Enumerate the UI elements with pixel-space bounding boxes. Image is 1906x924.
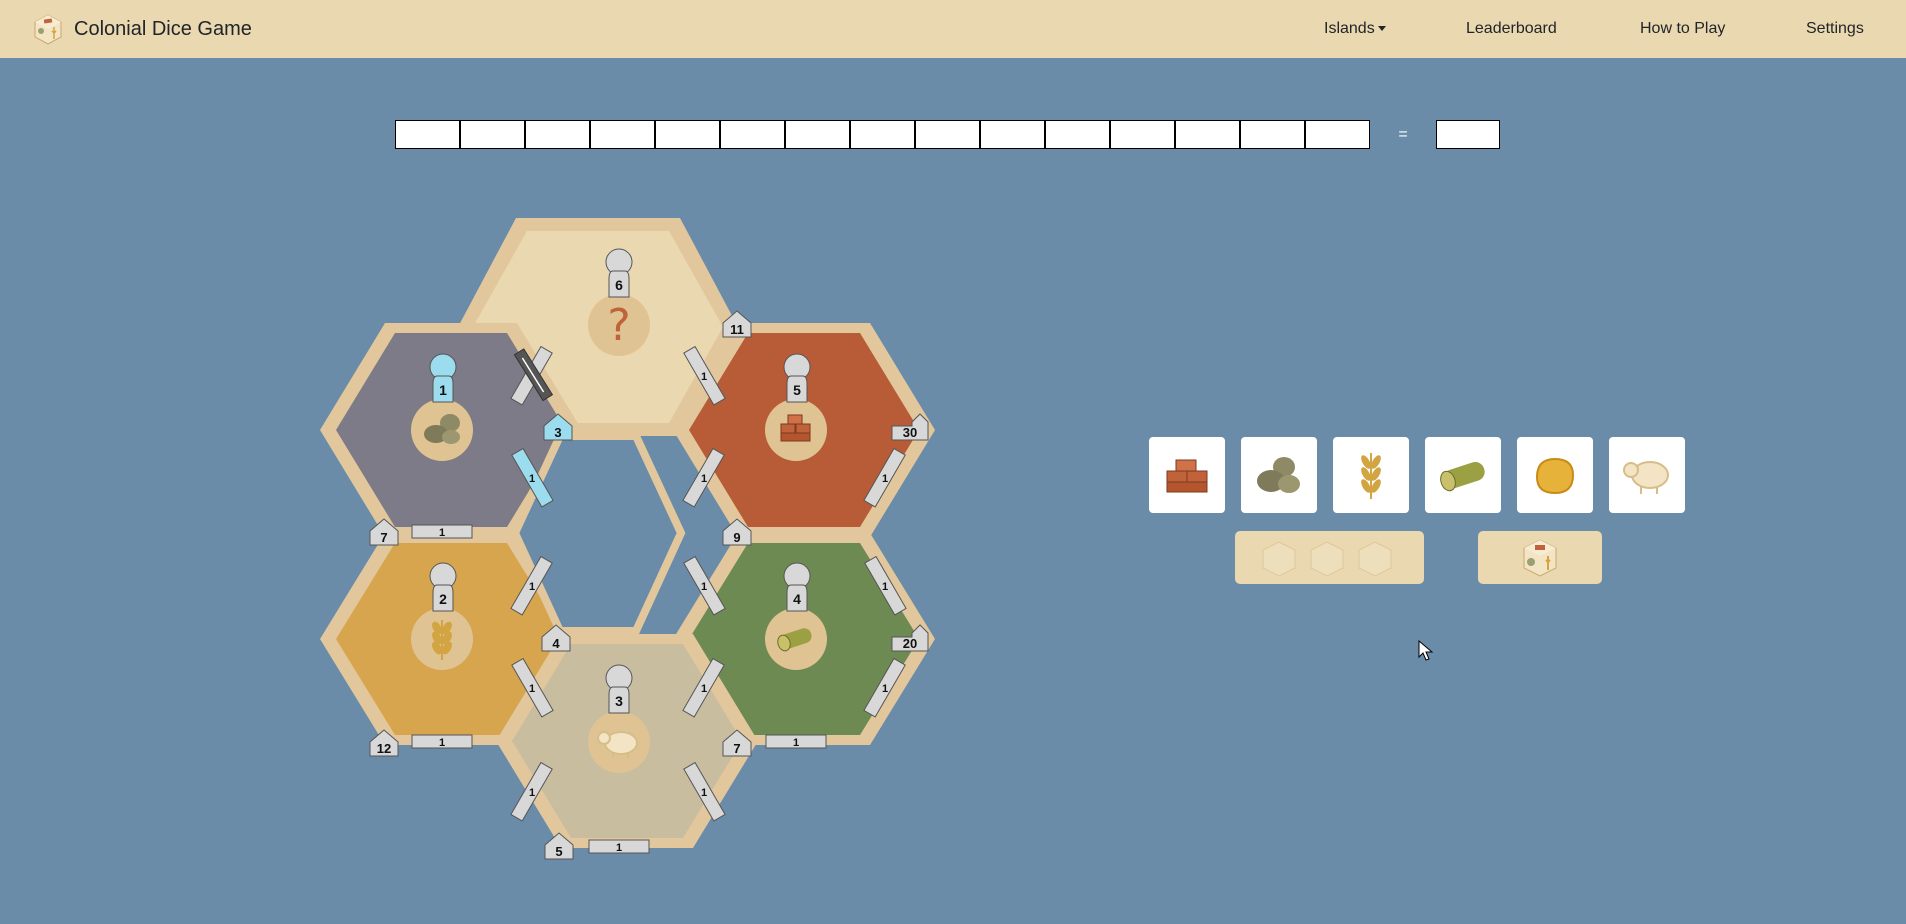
dice-icon: [1523, 538, 1557, 577]
settlement-label: 3: [554, 425, 561, 440]
resource-card-ore[interactable]: [1241, 437, 1317, 513]
brick-icon: [1166, 459, 1208, 493]
resource-card-wool[interactable]: [1609, 437, 1685, 513]
gold-icon: [1535, 457, 1575, 495]
road[interactable]: 1: [765, 734, 827, 749]
resource-card-lumber[interactable]: [1425, 437, 1501, 513]
knight-number: 4: [793, 591, 801, 607]
road[interactable]: 1: [411, 734, 473, 749]
city-label: 30: [903, 425, 917, 440]
grain-icon: [1361, 453, 1381, 499]
road-label: 1: [882, 683, 888, 695]
resource-card-grain[interactable]: [1333, 437, 1409, 513]
knight-2[interactable]: 2: [429, 562, 457, 612]
road-label: 1: [701, 473, 707, 485]
road-label: 1: [701, 581, 707, 593]
ore-icon: [1257, 457, 1300, 493]
road-label: 1: [701, 683, 707, 695]
road-label: 1: [616, 842, 622, 854]
road[interactable]: 1: [588, 839, 650, 854]
road-label: 1: [529, 581, 535, 593]
mouse-cursor-icon: [1418, 640, 1434, 661]
resource-card-gold[interactable]: [1517, 437, 1593, 513]
road-label: 1: [882, 581, 888, 593]
resource-card-brick[interactable]: [1149, 437, 1225, 513]
road-label: 1: [793, 737, 799, 749]
settlement-label: 9: [733, 530, 740, 545]
knight-number: 6: [615, 277, 623, 293]
knight-6[interactable]: 6: [605, 248, 633, 298]
knight-1[interactable]: 1: [429, 353, 457, 403]
settlement-label: 5: [555, 844, 562, 859]
city-label: 20: [903, 636, 917, 651]
road-label: 1: [529, 787, 535, 799]
roll-dice-button[interactable]: [1478, 531, 1602, 584]
settlement-label: 7: [733, 741, 740, 756]
road-label: 1: [439, 737, 445, 749]
knight-5[interactable]: 5: [783, 353, 811, 403]
road-label: 1: [701, 787, 707, 799]
rolls-remaining: [1235, 531, 1424, 584]
knight-number: 3: [615, 693, 623, 709]
road-label: 1: [529, 683, 535, 695]
wool-icon: [1623, 461, 1669, 494]
road-label: 1: [882, 473, 888, 485]
knight-3[interactable]: 3: [605, 664, 633, 714]
settlement-label: 11: [730, 322, 744, 337]
road-label: 1: [439, 527, 445, 539]
knight-number: 2: [439, 591, 447, 607]
road-label: 1: [529, 473, 535, 485]
knight-number: 1: [439, 382, 447, 398]
settlement-label: 7: [380, 530, 387, 545]
settlement-label: 4: [552, 636, 560, 651]
road-label: 1: [701, 371, 707, 383]
knight-number: 5: [793, 382, 801, 398]
dice-icon: [1262, 540, 1391, 577]
resource-row: [1149, 437, 1701, 513]
road[interactable]: 1: [411, 524, 473, 539]
knight-4[interactable]: 4: [783, 562, 811, 612]
lumber-icon: [1440, 461, 1485, 492]
question-icon: ?: [607, 300, 630, 351]
settlement-label: 12: [377, 741, 391, 756]
